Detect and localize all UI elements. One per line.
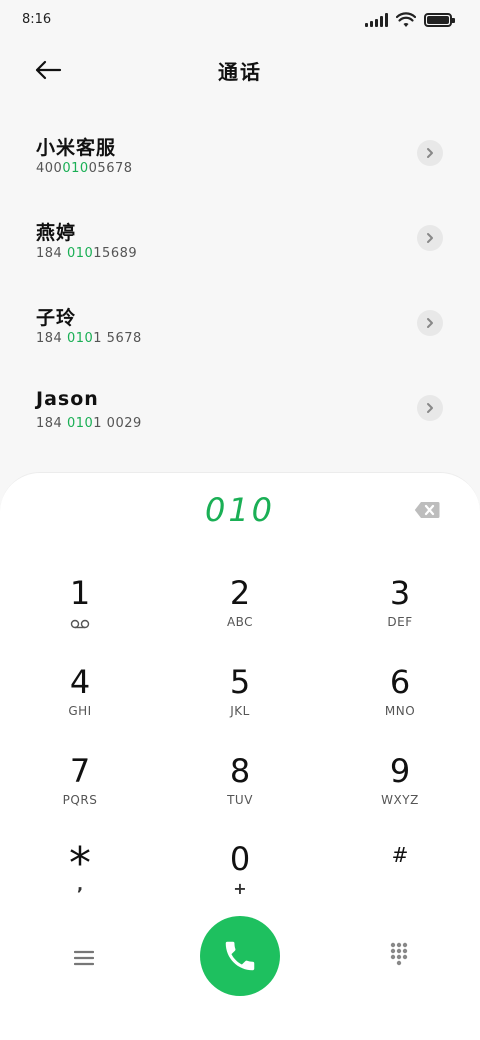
contact-name: 小米客服: [36, 137, 117, 159]
chevron-right-icon: [427, 233, 433, 243]
signal-icon: [365, 13, 388, 27]
contact-name: 子玲: [36, 307, 77, 329]
key-1[interactable]: 1: [20, 573, 140, 653]
contact-detail-button[interactable]: [417, 310, 443, 336]
key-digit: 0: [229, 840, 251, 878]
key-star[interactable]: * ,: [20, 835, 140, 915]
key-letters: DEF: [387, 615, 413, 629]
contact-row[interactable]: 子玲 184 0101 5678: [0, 280, 480, 365]
status-time: 8:16: [22, 12, 52, 27]
key-9[interactable]: 9 WXYZ: [340, 751, 460, 831]
battery-icon: [424, 13, 455, 27]
dialpad-toggle-icon[interactable]: [384, 941, 414, 971]
key-digit: 2: [229, 574, 251, 612]
wifi-icon: [396, 12, 416, 27]
backspace-icon: [414, 502, 440, 518]
dialpad-actions: [0, 913, 480, 1003]
key-2[interactable]: 2 ABC: [180, 573, 300, 653]
voicemail-icon: [70, 619, 90, 629]
contact-name: Jason: [36, 388, 99, 410]
chevron-right-icon: [427, 318, 433, 328]
menu-icon: [74, 950, 94, 966]
key-letters: ABC: [226, 615, 254, 629]
dialpad-sheet: 010 1 2 ABC 3 DEF 4 GHI 5 JKL 6 MNO 7 PQ…: [0, 472, 480, 1040]
key-digit: 8: [229, 752, 251, 790]
contact-detail-button[interactable]: [417, 395, 443, 421]
backspace-button[interactable]: [414, 501, 440, 521]
key-digit: 4: [69, 663, 91, 701]
contact-number: 184 01015689: [36, 246, 138, 261]
key-0[interactable]: 0 +: [180, 839, 300, 919]
key-digit: 5: [229, 663, 251, 701]
contact-row[interactable]: Jason 184 0101 0029: [0, 365, 480, 450]
phone-screen: 8:16 通话 小米客服 40001005678 燕婷 184 01015689…: [0, 0, 480, 1040]
header: 通话: [0, 40, 480, 100]
dialed-number: 010: [204, 491, 276, 529]
key-digit: 6: [389, 663, 411, 701]
key-symbol: +: [233, 879, 247, 898]
key-letters: GHI: [68, 704, 92, 718]
key-digit: 7: [69, 752, 91, 790]
contact-row[interactable]: 燕婷 184 01015689: [0, 195, 480, 280]
contact-number: 40001005678: [36, 161, 133, 176]
key-digit: 1: [69, 574, 91, 612]
key-hash[interactable]: #: [340, 843, 460, 923]
status-bar: 8:16: [0, 0, 480, 40]
phone-icon: [225, 941, 255, 971]
key-digit: 9: [389, 752, 411, 790]
key-digit: 3: [389, 574, 411, 612]
key-letters: PQRS: [62, 793, 98, 807]
key-digit: #: [391, 843, 409, 867]
key-3[interactable]: 3 DEF: [340, 573, 460, 653]
key-5[interactable]: 5 JKL: [180, 662, 300, 742]
key-7[interactable]: 7 PQRS: [20, 751, 140, 831]
contact-row[interactable]: 小米客服 40001005678: [0, 110, 480, 195]
key-letters: TUV: [227, 793, 253, 807]
key-symbol: ,: [76, 875, 84, 894]
chevron-right-icon: [427, 403, 433, 413]
key-letters: WXYZ: [381, 793, 419, 807]
contact-number: 184 0101 5678: [36, 331, 142, 346]
key-letters: MNO: [384, 704, 416, 718]
key-4[interactable]: 4 GHI: [20, 662, 140, 742]
contact-name: 燕婷: [36, 222, 77, 244]
status-icons: [365, 12, 455, 28]
menu-button[interactable]: [64, 943, 104, 973]
contact-list: 小米客服 40001005678 燕婷 184 01015689 子玲 184 …: [0, 110, 480, 450]
call-button[interactable]: [200, 916, 280, 996]
key-letters: JKL: [230, 704, 250, 718]
contact-detail-button[interactable]: [417, 140, 443, 166]
key-6[interactable]: 6 MNO: [340, 662, 460, 742]
key-8[interactable]: 8 TUV: [180, 751, 300, 831]
chevron-right-icon: [427, 148, 433, 158]
page-title: 通话: [218, 60, 262, 84]
contact-detail-button[interactable]: [417, 225, 443, 251]
contact-number: 184 0101 0029: [36, 416, 142, 431]
